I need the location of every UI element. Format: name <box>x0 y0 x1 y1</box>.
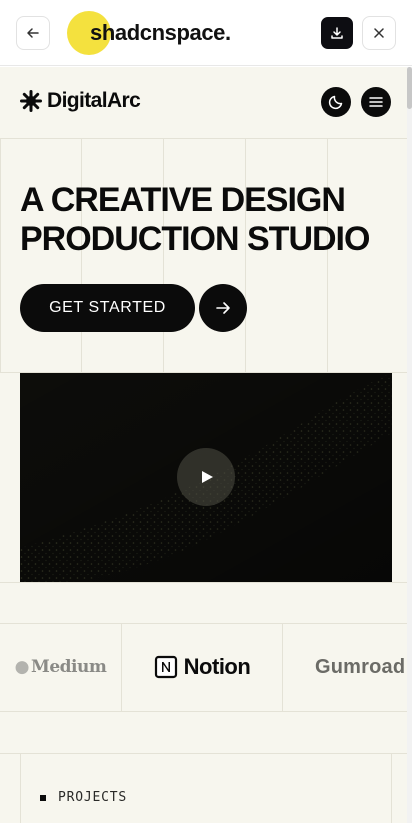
arrow-left-icon <box>27 28 39 38</box>
hero-title-line2: PRODUCTION STUDIO <box>20 220 370 258</box>
divider <box>0 582 407 583</box>
preview-toolbar: shadcnspace. <box>0 0 412 66</box>
partner-name: Notion <box>183 654 251 679</box>
showreel-video[interactable] <box>20 373 392 582</box>
arrow-right-icon <box>216 302 230 314</box>
download-button[interactable] <box>321 17 353 49</box>
partner-name: Gumroad <box>315 655 406 678</box>
theme-toggle-button[interactable] <box>321 87 351 117</box>
site-preview: DigitalArc A CREATIVE DESIGN PRODUCTION … <box>0 67 407 823</box>
projects-label: PROJECTS <box>40 790 127 805</box>
projects-section <box>20 753 392 823</box>
logo-text: DigitalArc <box>47 89 141 112</box>
starburst-icon <box>20 90 42 112</box>
menu-button[interactable] <box>361 87 391 117</box>
square-bullet-icon <box>40 794 46 801</box>
scrollbar[interactable] <box>407 67 412 823</box>
projects-label-text: PROJECTS <box>58 790 128 805</box>
preview-brand: shadcnspace. <box>90 20 231 45</box>
notion-icon <box>154 655 177 679</box>
close-button[interactable] <box>362 16 396 50</box>
partner-name: Medium <box>31 657 107 677</box>
hero-title-line1: A CREATIVE DESIGN <box>20 181 346 219</box>
site-logo[interactable]: DigitalArc <box>20 89 141 113</box>
partner-logo-gumroad: Gumroad <box>283 623 407 711</box>
download-icon <box>331 27 343 39</box>
partner-logo-medium: ● Medium <box>0 623 121 711</box>
scrollbar-thumb[interactable] <box>407 67 412 109</box>
close-icon <box>374 28 384 38</box>
partner-logo-notion: Notion <box>122 623 282 711</box>
hero-title: A CREATIVE DESIGN PRODUCTION STUDIO <box>20 181 400 259</box>
back-button[interactable] <box>16 16 50 50</box>
divider <box>0 711 407 712</box>
hero-section: A CREATIVE DESIGN PRODUCTION STUDIO GET … <box>0 139 407 372</box>
moon-icon <box>328 95 343 110</box>
play-icon <box>202 471 213 483</box>
hamburger-icon <box>369 97 383 107</box>
medium-icon: ● <box>14 657 30 677</box>
get-started-arrow-button[interactable] <box>199 284 247 332</box>
partner-logos: ● Medium Notion Gumroad <box>0 623 407 711</box>
play-button[interactable] <box>177 448 235 506</box>
get-started-button[interactable]: GET STARTED <box>20 284 195 332</box>
site-header: DigitalArc <box>0 67 407 139</box>
grid-line <box>0 139 1 372</box>
